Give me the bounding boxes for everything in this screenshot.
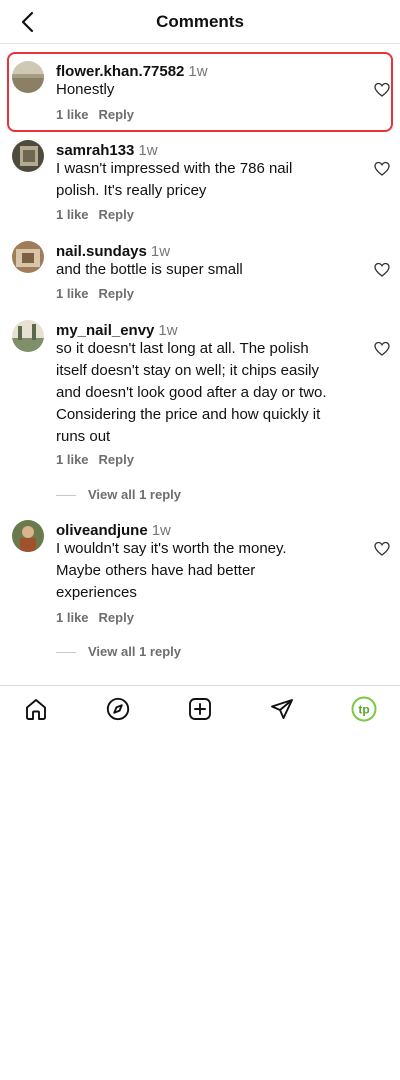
avatar[interactable] [12, 140, 44, 172]
comment-text-line: polish. It's really pricey [56, 182, 207, 199]
comment-text-line: I wasn't impressed with the 786 nail [56, 160, 293, 177]
comment-text-line: so it doesn't last long at all. The poli… [56, 340, 309, 357]
comment-text-line: itself doesn't stay on well; it chips ea… [56, 362, 319, 379]
comment-time: 1w [151, 522, 171, 539]
likes-count[interactable]: 1 like [56, 610, 89, 625]
create-plus-icon [189, 698, 211, 720]
view-replies-button[interactable]: View all 1 reply [56, 487, 181, 502]
view-replies-label: View all 1 reply [88, 487, 181, 502]
bottom-nav: tp [0, 685, 400, 731]
avatar[interactable] [12, 520, 44, 552]
page-title: Comments [156, 12, 244, 31]
view-replies-label: View all 1 reply [88, 644, 181, 659]
reply-divider-line [56, 652, 76, 654]
comment-username[interactable]: oliveandjune [56, 522, 148, 539]
reply-button[interactable]: Reply [99, 207, 134, 222]
comment-text-line: I wouldn't say it's worth the money. [56, 540, 287, 557]
comment-text: Honestly [56, 81, 115, 98]
header-bar: Comments [0, 0, 400, 44]
comment-username[interactable]: samrah133 [56, 142, 134, 159]
comment-text-line: experiences [56, 584, 137, 601]
reply-button[interactable]: Reply [99, 610, 134, 625]
heart-icon[interactable] [374, 262, 390, 278]
comment-time: 1w [188, 63, 208, 80]
avatar[interactable] [12, 241, 44, 273]
comment-text-line: Considering the price and how quickly it [56, 406, 321, 423]
heart-icon[interactable] [374, 541, 390, 557]
heart-icon[interactable] [374, 161, 390, 177]
comment-username[interactable]: my_nail_envy [56, 322, 154, 339]
comment-text: and the bottle is super small [56, 261, 243, 278]
home-icon [26, 699, 46, 720]
send-icon [271, 699, 293, 719]
comment-text-line: and doesn't look good after a day or two… [56, 384, 327, 401]
nav-messages[interactable] [269, 696, 295, 722]
comment-text-line: runs out [56, 428, 111, 445]
reply-divider-line [56, 495, 76, 497]
comment-username[interactable]: flower.khan.77582 [56, 63, 184, 80]
reply-button[interactable]: Reply [99, 107, 134, 122]
reply-button[interactable]: Reply [99, 452, 134, 467]
avatar[interactable] [12, 320, 44, 352]
nav-profile[interactable]: tp [351, 696, 377, 722]
profile-initials: tp [358, 703, 369, 717]
comment-time: 1w [150, 243, 171, 260]
comment-username[interactable]: nail.sundays [56, 243, 147, 260]
nav-create[interactable] [187, 696, 213, 722]
likes-count[interactable]: 1 like [56, 452, 89, 467]
nav-explore[interactable] [105, 696, 131, 722]
heart-icon[interactable] [374, 341, 390, 357]
view-replies-button[interactable]: View all 1 reply [56, 644, 181, 659]
nav-home[interactable] [23, 696, 49, 722]
likes-count[interactable]: 1 like [56, 207, 89, 222]
comment-text-line: Maybe others have had better [56, 562, 256, 579]
explore-compass-icon [106, 697, 130, 721]
heart-icon[interactable] [374, 82, 390, 98]
likes-count[interactable]: 1 like [56, 286, 89, 301]
comment-time: 1w [138, 142, 158, 159]
reply-button[interactable]: Reply [99, 286, 134, 301]
likes-count[interactable]: 1 like [56, 107, 89, 122]
profile-avatar: tp [351, 696, 377, 722]
comment-time: 1w [158, 322, 178, 339]
avatar[interactable] [12, 61, 44, 93]
